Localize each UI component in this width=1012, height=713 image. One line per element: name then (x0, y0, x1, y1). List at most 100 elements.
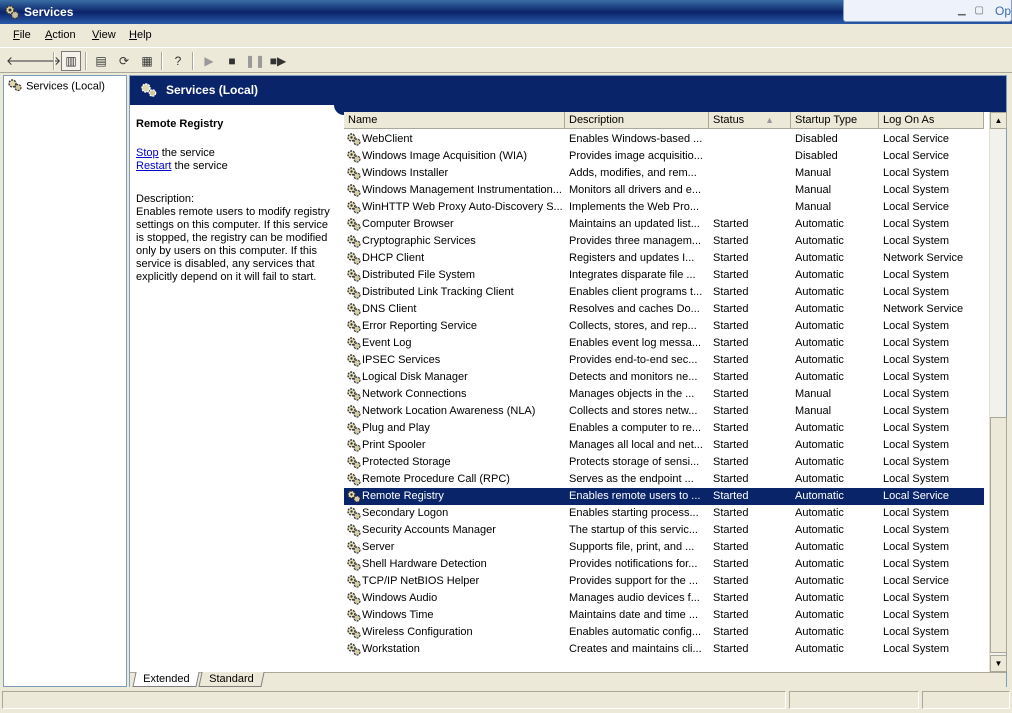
service-startup-cell: Automatic (795, 252, 844, 264)
menu-bar: File Action View Help (0, 26, 1012, 46)
column-header-log-on-as[interactable]: Log On As (879, 112, 984, 129)
refresh-icon[interactable]: ⟳ (114, 51, 134, 71)
tab-standard[interactable]: Standard (198, 672, 265, 687)
service-row[interactable]: Cryptographic Services Provides three man… (344, 233, 984, 250)
service-gear-icon (346, 285, 362, 301)
overlap-window-controls-icon[interactable]: ▁ ▢ (958, 5, 987, 16)
service-row[interactable]: Windows Audio Manages audio devices f... S… (344, 590, 984, 607)
service-name-cell: Shell Hardware Detection (344, 556, 563, 573)
service-name: Server (362, 541, 395, 553)
service-startup-cell: Automatic (795, 320, 844, 332)
service-row[interactable]: DHCP Client Registers and updates I... Sta… (344, 250, 984, 267)
service-startup-cell: Automatic (795, 286, 844, 298)
restart-service-link[interactable]: Restart (136, 160, 171, 172)
service-row[interactable]: Windows Installer Adds, modifies, and rem… (344, 165, 984, 182)
tab-extended[interactable]: Extended (132, 672, 201, 687)
service-row[interactable]: Network Location Awareness (NLA) Collects… (344, 403, 984, 420)
service-startup-cell: Manual (795, 405, 832, 417)
service-row[interactable]: Network Connections Manages objects in th… (344, 386, 984, 403)
service-description-cell: Collects and stores netw... (569, 405, 698, 417)
service-startup-cell: Automatic (795, 422, 844, 434)
service-name-cell: Distributed Link Tracking Client (344, 284, 563, 301)
service-startup-cell: Automatic (795, 507, 844, 519)
service-name-cell: Logical Disk Manager (344, 369, 563, 386)
show-hide-tree-icon[interactable]: ▥ (61, 51, 81, 71)
service-row[interactable]: Wireless Configuration Enables automatic … (344, 624, 984, 641)
service-description-cell: Provides three managem... (569, 235, 702, 247)
service-row[interactable]: Remote Registry Enables remote users to .… (344, 488, 984, 505)
service-gear-icon (346, 268, 362, 284)
forward-icon[interactable]: 🡒 (29, 51, 61, 71)
service-row[interactable]: Plug and Play Enables a computer to re...… (344, 420, 984, 437)
scroll-up-icon[interactable]: ▲ (990, 112, 1007, 129)
start-service-icon[interactable]: ▶ (199, 51, 219, 71)
stop-service-link[interactable]: Stop (136, 147, 159, 159)
scrollbar-thumb[interactable] (990, 417, 1007, 653)
vertical-scrollbar[interactable]: ▲ ▼ (989, 112, 1007, 672)
tree-node-services-local[interactable]: Services (Local) (7, 78, 105, 95)
scroll-down-icon[interactable]: ▼ (990, 655, 1007, 672)
properties-icon[interactable]: ▤ (91, 51, 111, 71)
menu-action[interactable]: Action (45, 29, 76, 41)
service-row[interactable]: Distributed Link Tracking Client Enables … (344, 284, 984, 301)
service-row[interactable]: Computer Browser Maintains an updated lis… (344, 216, 984, 233)
service-logon-cell: Local System (883, 456, 950, 468)
service-row[interactable]: Event Log Enables event log messa... Start… (344, 335, 984, 352)
service-name: TCP/IP NetBIOS Helper (362, 575, 480, 587)
menu-help[interactable]: Help (129, 29, 152, 41)
service-row[interactable]: Logical Disk Manager Detects and monitors… (344, 369, 984, 386)
service-description-cell: The startup of this servic... (569, 524, 698, 536)
service-row[interactable]: WebClient Enables Windows-based ... Disabl… (344, 131, 984, 148)
service-row[interactable]: Security Accounts Manager The startup of … (344, 522, 984, 539)
service-row[interactable]: Protected Storage Protects storage of sen… (344, 454, 984, 471)
service-status-cell: Started (713, 269, 749, 281)
service-row[interactable]: Distributed File System Integrates dispar… (344, 267, 984, 284)
column-header-name[interactable]: Name (344, 112, 565, 129)
service-row[interactable]: DNS Client Resolves and caches Do... Start… (344, 301, 984, 318)
service-row[interactable]: Shell Hardware Detection Provides notific… (344, 556, 984, 573)
services-list[interactable]: Name Description Status ▲ Startup Type Lo… (344, 112, 1007, 672)
service-name-cell: WebClient (344, 131, 563, 148)
service-row[interactable]: Windows Time Maintains date and time ... S… (344, 607, 984, 624)
service-row[interactable]: Secondary Logon Enables starting process.… (344, 505, 984, 522)
service-row[interactable]: Error Reporting Service Collects, stores,… (344, 318, 984, 335)
service-name: DHCP Client (362, 252, 425, 264)
service-row[interactable]: TCP/IP NetBIOS Helper Provides support fo… (344, 573, 984, 590)
help-icon[interactable]: ? (168, 51, 188, 71)
service-status-cell (713, 199, 789, 216)
restart-service-icon[interactable]: ■▶ (268, 51, 288, 71)
service-row[interactable]: WinHTTP Web Proxy Auto-Discovery S... Imp… (344, 199, 984, 216)
service-status-cell: Started (713, 405, 749, 417)
menu-file[interactable]: File (13, 29, 31, 41)
service-status-cell: Started (713, 507, 749, 519)
export-list-icon[interactable]: ▦ (137, 51, 157, 71)
service-gear-icon (346, 540, 362, 556)
service-gear-icon (346, 353, 362, 369)
column-header-description[interactable]: Description (565, 112, 709, 129)
service-name: WinHTTP Web Proxy Auto-Discovery S... (362, 201, 563, 213)
menu-view[interactable]: View (92, 29, 116, 41)
service-gear-icon (346, 506, 362, 522)
overlapping-window[interactable]: ▁ ▢ Op (843, 0, 1012, 22)
service-row[interactable]: Workstation Creates and maintains cli... S… (344, 641, 984, 658)
service-row[interactable]: Server Supports file, print, and ... Start… (344, 539, 984, 556)
column-header-status[interactable]: Status ▲ (709, 112, 791, 129)
service-description-cell: Registers and updates I... (569, 252, 695, 264)
service-logon-cell: Local System (883, 439, 950, 451)
service-row[interactable]: IPSEC Services Provides end-to-end sec...… (344, 352, 984, 369)
service-row[interactable]: Windows Management Instrumentation... Mon… (344, 182, 984, 199)
column-header-startup-type[interactable]: Startup Type (791, 112, 879, 129)
status-bar (0, 690, 1012, 713)
service-row[interactable]: Remote Procedure Call (RPC) Serves as the… (344, 471, 984, 488)
console-tree[interactable]: Services (Local) (3, 75, 127, 687)
service-row[interactable]: Print Spooler Manages all local and net..… (344, 437, 984, 454)
service-status-cell: Started (713, 626, 749, 638)
services-gear-icon (7, 78, 23, 95)
service-startup-cell: Automatic (795, 439, 844, 451)
service-row[interactable]: Windows Image Acquisition (WIA) Provides … (344, 148, 984, 165)
back-icon[interactable]: 🡐 (6, 51, 38, 71)
service-logon-cell: Network Service (883, 252, 964, 264)
pause-service-icon[interactable]: ❚❚ (245, 51, 265, 71)
stop-service-icon[interactable]: ■ (222, 51, 242, 71)
service-gear-icon (346, 370, 362, 386)
